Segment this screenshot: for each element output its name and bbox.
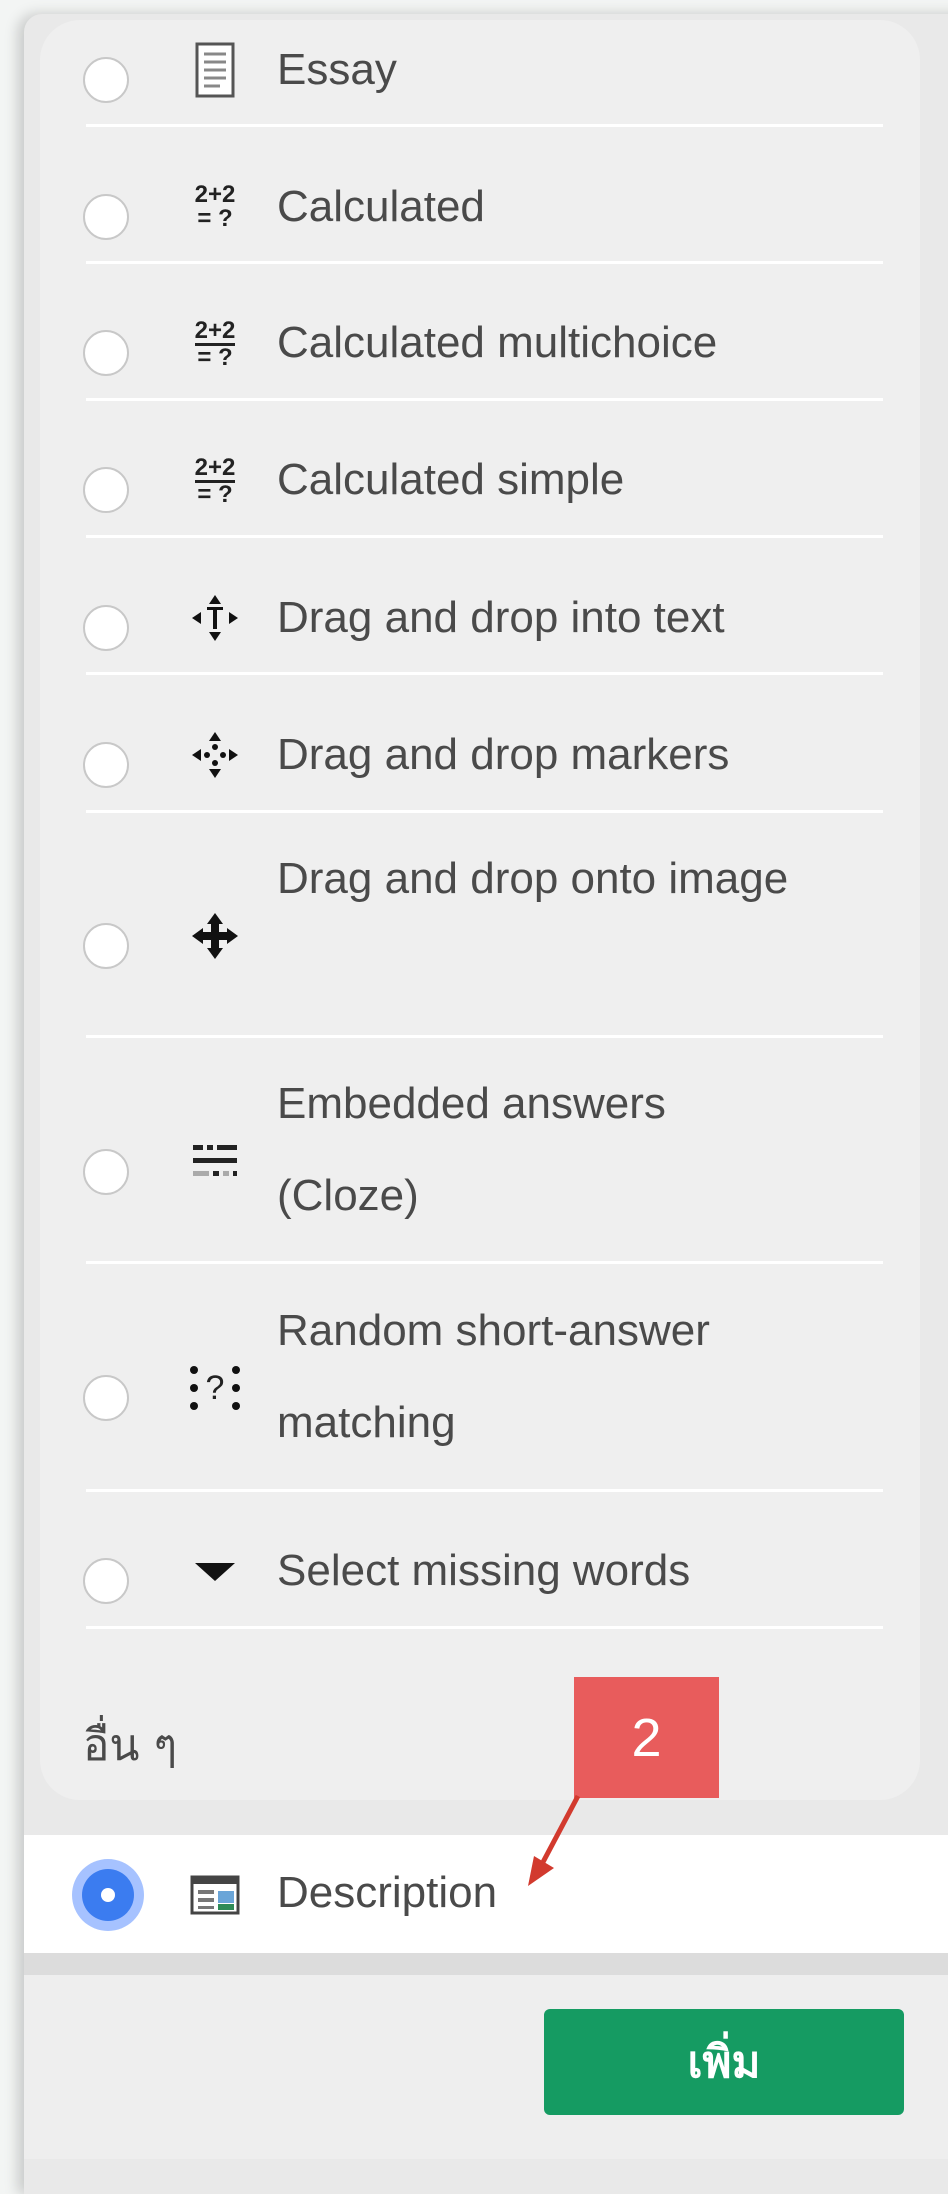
random-matching-icon: ? — [185, 1358, 245, 1418]
drag-drop-markers-icon — [185, 725, 245, 785]
drag-drop-text-icon — [185, 588, 245, 648]
calculated-simple-icon-bottom: = ? — [197, 480, 233, 508]
question-type-row-drag-drop-markers[interactable]: Drag and drop markers — [0, 675, 948, 813]
calculated-simple-icon: 2+2 = ? — [185, 451, 245, 511]
question-type-label: Random short-answer matching — [277, 1306, 710, 1447]
calculated-icon-top: 2+2 — [194, 181, 236, 208]
calculated-icon: 2+2 = ? — [185, 177, 245, 237]
radio-drag-drop-text[interactable] — [83, 605, 129, 651]
radio-description-selected[interactable] — [72, 1859, 144, 1931]
radio-drag-drop-markers[interactable] — [83, 742, 129, 788]
radio-ring — [82, 1869, 134, 1921]
question-type-row-calculated-simple[interactable]: 2+2 = ? Calculated simple — [0, 401, 948, 538]
radio-essay[interactable] — [83, 57, 129, 103]
random-matching-icon-glyph: ? — [205, 1368, 225, 1407]
radio-random-matching[interactable] — [83, 1375, 129, 1421]
calculated-multichoice-icon-bottom: = ? — [197, 343, 233, 371]
question-type-row-select-missing-words[interactable]: Select missing words — [0, 1492, 948, 1629]
radio-calculated-simple[interactable] — [83, 467, 129, 513]
question-type-label: Essay — [277, 45, 397, 94]
row-divider — [86, 1626, 883, 1629]
question-type-row-drag-drop-image[interactable]: Drag and drop onto image — [0, 813, 948, 1038]
question-type-label: Calculated simple — [277, 455, 625, 504]
question-type-label: Embedded answers (Cloze) — [277, 1079, 666, 1220]
question-type-label: Select missing words — [277, 1546, 691, 1595]
radio-cloze[interactable] — [83, 1149, 129, 1195]
cloze-icon — [185, 1132, 245, 1192]
question-type-row-description[interactable]: Description — [24, 1835, 948, 1953]
radio-select-missing-words[interactable] — [83, 1558, 129, 1604]
drag-drop-image-icon — [185, 906, 245, 966]
calculated-simple-icon-top: 2+2 — [194, 453, 236, 483]
calculated-icon-bottom: = ? — [197, 205, 233, 232]
question-type-label: Drag and drop into text — [277, 593, 725, 642]
essay-icon — [185, 40, 245, 100]
question-type-label: Drag and drop onto image — [277, 854, 789, 903]
question-type-row-calculated[interactable]: 2+2 = ? Calculated — [0, 127, 948, 264]
calculated-multichoice-icon-top: 2+2 — [194, 316, 236, 346]
select-missing-words-icon — [185, 1541, 245, 1601]
question-type-row-drag-drop-text[interactable]: Drag and drop into text — [0, 538, 948, 675]
radio-dot — [101, 1888, 115, 1902]
dialog-footer: เพิ่ม — [24, 1975, 948, 2159]
footer-divider — [24, 1953, 948, 1975]
question-type-row-random-matching[interactable]: ? Random short-answer matching — [0, 1264, 948, 1492]
add-button[interactable]: เพิ่ม — [544, 2009, 904, 2115]
annotation-arrow-icon — [528, 1794, 581, 1886]
question-type-label: Calculated — [277, 182, 485, 231]
question-type-row-calculated-multichoice[interactable]: 2+2 = ? Calculated multichoice — [0, 264, 948, 401]
question-type-label: Drag and drop markers — [277, 730, 730, 779]
radio-calculated[interactable] — [83, 194, 129, 240]
annotation-callout: 2 — [574, 1677, 719, 1798]
question-type-label: Calculated multichoice — [277, 318, 718, 367]
section-heading-other: อื่น ๆ — [83, 1720, 178, 1771]
radio-drag-drop-image[interactable] — [83, 923, 129, 969]
radio-calculated-multichoice[interactable] — [83, 330, 129, 376]
question-type-row-cloze[interactable]: Embedded answers (Cloze) — [0, 1038, 948, 1264]
question-type-row-essay[interactable]: Essay — [0, 0, 948, 127]
description-icon — [185, 1865, 245, 1925]
calculated-multichoice-icon: 2+2 = ? — [185, 314, 245, 374]
